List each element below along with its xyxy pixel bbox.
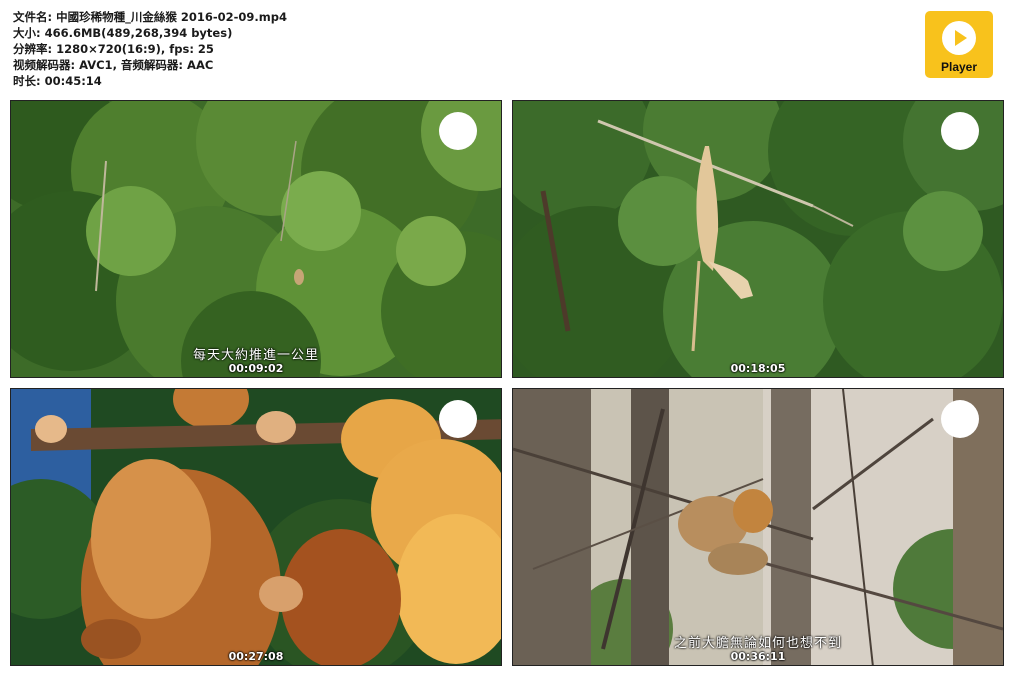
thumbnail-timestamp: 00:09:02 — [228, 362, 284, 375]
thumbnail-timestamp: 00:27:08 — [228, 650, 284, 663]
thumbnail-marker — [941, 112, 979, 150]
duration-line: 时长: 00:45:14 — [13, 74, 102, 88]
golden-monkeys-frame-image — [11, 389, 501, 665]
file-size-line: 大小: 466.6MB(489,268,394 bytes) — [13, 26, 233, 40]
hanging-monkey-frame-image — [513, 101, 1003, 377]
resolution-line: 分辨率: 1280×720(16:9), fps: 25 — [13, 42, 214, 56]
file-name-line: 文件名: 中國珍稀物種_川金絲猴 2016-02-09.mp4 — [13, 10, 287, 24]
forest-frame-image — [11, 101, 501, 377]
thumbnail-timestamp: 00:36:11 — [730, 650, 786, 663]
thumbnail-marker — [439, 112, 477, 150]
player-logo-label: Player — [940, 60, 978, 74]
thumbnail-marker — [439, 400, 477, 438]
video-thumbnail-2[interactable]: 00:18:05 — [512, 100, 1004, 378]
player-logo: Player — [925, 11, 993, 78]
thumbnail-marker — [941, 400, 979, 438]
video-thumbnail-1[interactable]: 每天大約推進一公里 00:09:02 — [10, 100, 502, 378]
thumbnail-timestamp: 00:18:05 — [730, 362, 786, 375]
treetop-monkeys-frame-image — [513, 389, 1003, 665]
file-info-panel: 文件名: 中國珍稀物種_川金絲猴 2016-02-09.mp4 大小: 466.… — [13, 9, 287, 89]
video-thumbnail-3[interactable]: 00:27:08 — [10, 388, 502, 666]
codec-line: 视频解码器: AVC1, 音频解码器: AAC — [13, 58, 214, 72]
thumbnail-subtitle: 之前大膽無論如何也想不到 — [673, 636, 842, 651]
play-icon — [942, 21, 976, 55]
thumbnail-subtitle: 每天大約推進一公里 — [192, 348, 319, 363]
video-thumbnail-4[interactable]: 之前大膽無論如何也想不到 00:36:11 — [512, 388, 1004, 666]
